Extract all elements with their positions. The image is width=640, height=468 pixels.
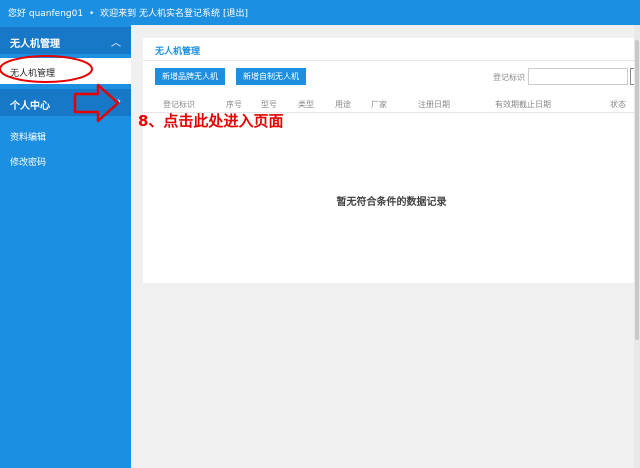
chevron-right-icon: ›	[117, 96, 121, 107]
chevron-up-icon: ︿	[111, 38, 121, 49]
sidebar-group-label: 无人机管理	[10, 39, 60, 50]
search-label: 登记标识	[493, 73, 525, 82]
sidebar-item-label: 无人机管理	[10, 69, 56, 79]
main-panel: 无人机管理 新增品牌无人机 新增自制无人机 登记标识 登记标识 序号 型号 类型…	[143, 38, 640, 283]
column-header: 型号	[261, 100, 277, 109]
column-header: 用途	[335, 100, 351, 109]
sidebar-group-label: 个人中心	[10, 101, 50, 112]
top-bar: 您好 quanfeng01 • 欢迎来到 无人机实名登记系统 [退出]	[0, 0, 640, 25]
greeting: 您好 quanfeng01 • 欢迎来到 无人机实名登记系统 [退出]	[8, 6, 251, 19]
column-header: 状态	[610, 100, 626, 109]
add-brand-drone-button[interactable]: 新增品牌无人机	[155, 68, 225, 85]
separator: •	[88, 9, 95, 19]
username-label: 您好 quanfeng01	[8, 9, 84, 19]
column-header: 登记标识	[163, 100, 195, 109]
column-header: 序号	[226, 100, 242, 109]
column-header: 厂家	[371, 100, 387, 109]
logout-link[interactable]: [退出]	[223, 9, 248, 19]
welcome-text: 欢迎来到 无人机实名登记系统	[100, 9, 221, 19]
column-header: 类型	[298, 100, 314, 109]
title-divider	[143, 60, 640, 61]
sidebar: 无人机管理 ︿ 无人机管理 个人中心 › 资料编辑 修改密码	[0, 25, 131, 468]
scrollbar-thumb[interactable]	[635, 40, 639, 340]
column-header: 注册日期	[418, 100, 450, 109]
page-title: 无人机管理	[155, 47, 201, 57]
sidebar-item-profile-edit[interactable]: 资料编辑	[0, 122, 131, 148]
annotation-instruction: 8、点击此处进入页面	[138, 112, 284, 130]
column-header: 有效期截止日期	[495, 100, 551, 109]
sidebar-item-drone-management[interactable]: 无人机管理	[0, 58, 131, 84]
sidebar-item-label: 资料编辑	[10, 133, 47, 143]
sidebar-group-personal-center[interactable]: 个人中心 ›	[0, 89, 131, 116]
add-custom-drone-button[interactable]: 新增自制无人机	[236, 68, 306, 85]
sidebar-item-change-password[interactable]: 修改密码	[0, 147, 131, 173]
sidebar-group-drone-management[interactable]: 无人机管理 ︿	[0, 27, 131, 54]
search-input[interactable]	[528, 68, 628, 85]
empty-state-text: 暂无符合条件的数据记录	[336, 197, 447, 208]
sidebar-item-label: 修改密码	[10, 158, 47, 168]
